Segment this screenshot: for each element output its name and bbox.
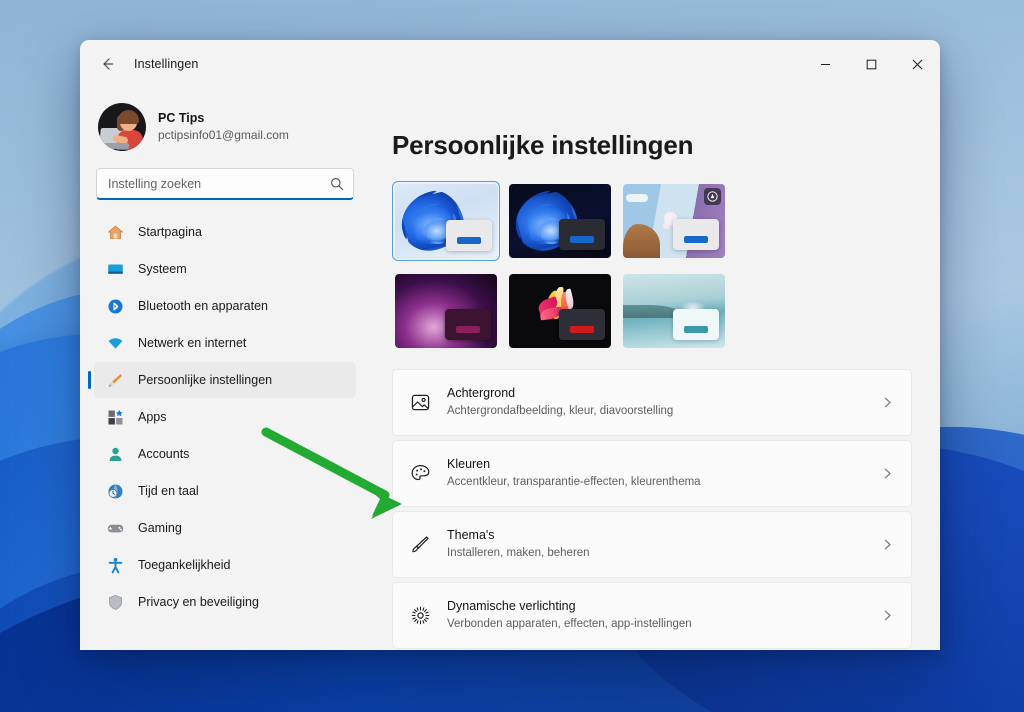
settings-rows: Achtergrond Achtergrondafbeelding, kleur…	[392, 369, 912, 650]
maximize-icon	[866, 59, 876, 69]
back-arrow-icon	[103, 58, 114, 70]
settings-window: Instellingen PC Tips pctipsinfo01@gmail.…	[80, 40, 940, 650]
search-icon[interactable]	[327, 174, 347, 194]
apps-icon	[106, 408, 124, 426]
bluetooth-icon	[106, 297, 124, 315]
window-controls	[802, 40, 940, 88]
sidebar-item-gaming[interactable]: Gaming	[94, 510, 356, 546]
minimize-button[interactable]	[802, 40, 848, 88]
sidebar-item-accounts[interactable]: Accounts	[94, 436, 356, 472]
sidebar-item-label: Startpagina	[138, 225, 202, 239]
search-container	[96, 168, 354, 200]
back-button[interactable]	[90, 49, 124, 79]
profile-name: PC Tips	[158, 111, 205, 126]
maximize-button[interactable]	[848, 40, 894, 88]
avatar	[98, 103, 146, 151]
close-button[interactable]	[894, 40, 940, 88]
chevron-right-icon	[879, 396, 895, 409]
sidebar-item-tijd-en-taal[interactable]: Tijd en taal	[94, 473, 356, 509]
paintbrush-icon	[407, 534, 433, 555]
monitor-icon	[106, 260, 124, 278]
sidebar-item-persoonlijke-instellingen[interactable]: Persoonlijke instellingen	[88, 362, 356, 398]
sidebar-item-label: Accounts	[138, 447, 190, 461]
sidebar-item-label: Apps	[138, 410, 167, 424]
sidebar-item-label: Gaming	[138, 521, 182, 535]
sidebar-item-privacy[interactable]: Privacy en beveiliging	[94, 584, 356, 620]
settings-row-kleuren[interactable]: Kleuren Accentkleur, transparantie-effec…	[392, 440, 912, 507]
row-subtitle: Achtergrondafbeelding, kleur, diavoorste…	[447, 405, 674, 418]
theme-thumbnail[interactable]	[392, 271, 500, 351]
minimize-icon	[820, 63, 830, 65]
sidebar-item-label: Netwerk en internet	[138, 336, 247, 350]
sidebar-item-label: Tijd en taal	[138, 484, 199, 498]
chevron-right-icon	[879, 538, 895, 551]
sidebar-item-startpagina[interactable]: Startpagina	[94, 214, 356, 250]
settings-row-achtergrond[interactable]: Achtergrond Achtergrondafbeelding, kleur…	[392, 369, 912, 436]
sunburst-icon	[407, 605, 433, 626]
sidebar-nav: Startpagina Systeem Bluetooth en apparat…	[88, 214, 356, 627]
sidebar: PC Tips pctipsinfo01@gmail.com Instellin…	[80, 88, 370, 650]
gamepad-icon	[106, 519, 124, 537]
theme-thumbnail[interactable]	[620, 181, 728, 261]
row-title: Achtergrond	[447, 386, 516, 401]
theme-thumbnail[interactable]	[620, 271, 728, 351]
spotlight-badge	[704, 188, 721, 205]
sidebar-item-label: Systeem	[138, 262, 187, 276]
profile-email: pctipsinfo01@gmail.com	[158, 127, 289, 142]
clock-globe-icon	[106, 482, 124, 500]
sidebar-item-systeem[interactable]: Systeem	[94, 251, 356, 287]
sidebar-item-apps[interactable]: Apps	[94, 399, 356, 435]
theme-grid	[392, 181, 912, 351]
accessibility-icon	[106, 556, 124, 574]
settings-row-themas[interactable]: Thema's Installeren, maken, beheren	[392, 511, 912, 578]
sidebar-item-label: Persoonlijke instellingen	[138, 373, 273, 387]
sidebar-item-netwerk[interactable]: Netwerk en internet	[94, 325, 356, 361]
user-profile[interactable]: PC Tips pctipsinfo01@gmail.com	[94, 88, 356, 158]
desktop-wallpaper: Instellingen PC Tips pctipsinfo01@gmail.…	[0, 0, 1024, 712]
sidebar-item-toegankelijkheid[interactable]: Toegankelijkheid	[94, 547, 356, 583]
theme-thumbnail[interactable]	[506, 271, 614, 351]
window-titlebar: Instellingen	[80, 40, 940, 88]
wifi-icon	[106, 334, 124, 352]
person-icon	[106, 445, 124, 463]
app-title: Instellingen	[134, 57, 199, 71]
close-icon	[912, 59, 922, 69]
row-subtitle: Accentkleur, transparantie-effecten, kle…	[447, 476, 701, 489]
search-input[interactable]	[96, 168, 354, 200]
row-title: Thema's	[447, 528, 495, 543]
palette-icon	[407, 463, 433, 484]
chevron-right-icon	[879, 467, 895, 480]
image-icon	[407, 392, 433, 413]
page-title: Persoonlijke instellingen	[392, 130, 694, 160]
main-content: Persoonlijke instellingen Achtergrond Ac…	[370, 88, 940, 650]
sidebar-item-label: Bluetooth en apparaten	[138, 299, 268, 313]
window-body: PC Tips pctipsinfo01@gmail.com Instellin…	[80, 88, 940, 650]
row-title: Kleuren	[447, 457, 491, 472]
paintbrush-icon	[106, 371, 124, 389]
settings-row-dynamische-verlichting[interactable]: Dynamische verlichting Verbonden apparat…	[392, 582, 912, 649]
sidebar-item-label: Privacy en beveiliging	[138, 595, 259, 609]
home-icon	[106, 223, 124, 241]
theme-thumbnail[interactable]	[392, 181, 500, 261]
shield-icon	[106, 593, 124, 611]
row-subtitle: Verbonden apparaten, effecten, app-inste…	[447, 618, 692, 631]
chevron-right-icon	[879, 609, 895, 622]
sidebar-item-bluetooth[interactable]: Bluetooth en apparaten	[94, 288, 356, 324]
sidebar-item-label: Toegankelijkheid	[138, 558, 231, 572]
theme-thumbnail[interactable]	[506, 181, 614, 261]
row-subtitle: Installeren, maken, beheren	[447, 547, 590, 560]
row-title: Dynamische verlichting	[447, 599, 576, 614]
